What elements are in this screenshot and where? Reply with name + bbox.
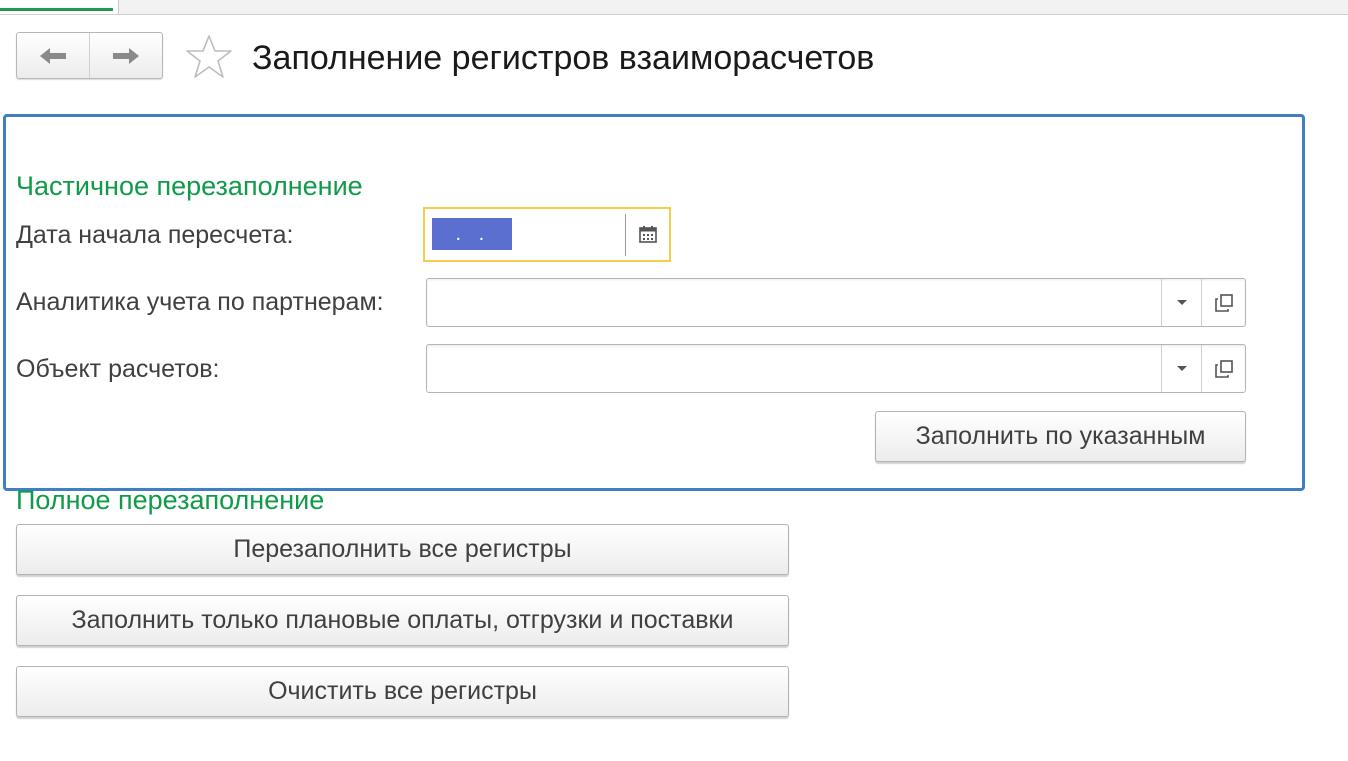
favorite-button[interactable] (184, 34, 234, 80)
date-label: Дата начала пересчета: (16, 221, 294, 249)
navigation-buttons (16, 32, 163, 79)
settlement-object-input[interactable] (431, 349, 1161, 390)
partial-refill-title: Частичное перезаполнение (16, 171, 363, 201)
forward-button[interactable] (89, 33, 162, 78)
partner-analytics-field[interactable] (426, 278, 1246, 327)
calendar-icon (639, 226, 657, 243)
date-field[interactable] (423, 207, 671, 262)
tab-strip (0, 0, 1348, 15)
active-tab-indicator (0, 8, 113, 11)
partner-analytics-dropdown-button[interactable] (1161, 279, 1202, 326)
arrow-right-icon (113, 47, 139, 64)
back-button[interactable] (17, 33, 89, 78)
page: Заполнение регистров взаиморасчетов Част… (0, 0, 1348, 761)
fill-planned-only-button[interactable]: Заполнить только плановые оплаты, отгруз… (16, 595, 789, 646)
refill-all-registers-button[interactable]: Перезаполнить все регистры (16, 524, 789, 575)
settlement-object-open-button[interactable] (1201, 345, 1246, 392)
partner-analytics-label: Аналитика учета по партнерам: (16, 288, 384, 316)
date-field-divider (625, 214, 626, 256)
clear-all-registers-button[interactable]: Очистить все регистры (16, 666, 789, 717)
active-tab[interactable] (0, 0, 119, 14)
chevron-down-icon (1177, 299, 1187, 305)
date-input[interactable] (432, 218, 512, 250)
settlement-object-dropdown-button[interactable] (1161, 345, 1202, 392)
page-title: Заполнение регистров взаиморасчетов (252, 39, 875, 77)
settlement-object-field[interactable] (426, 344, 1246, 393)
arrow-left-icon (40, 47, 66, 64)
partner-analytics-open-button[interactable] (1201, 279, 1246, 326)
calendar-button[interactable] (631, 218, 665, 250)
partner-analytics-input[interactable] (431, 283, 1161, 324)
open-form-icon (1215, 359, 1233, 378)
open-form-icon (1215, 293, 1233, 312)
fill-by-specified-button[interactable]: Заполнить по указанным (875, 411, 1246, 462)
chevron-down-icon (1177, 365, 1187, 371)
full-refill-title: Полное перезаполнение (16, 485, 325, 515)
star-icon (186, 35, 232, 78)
settlement-object-label: Объект расчетов: (16, 355, 220, 383)
